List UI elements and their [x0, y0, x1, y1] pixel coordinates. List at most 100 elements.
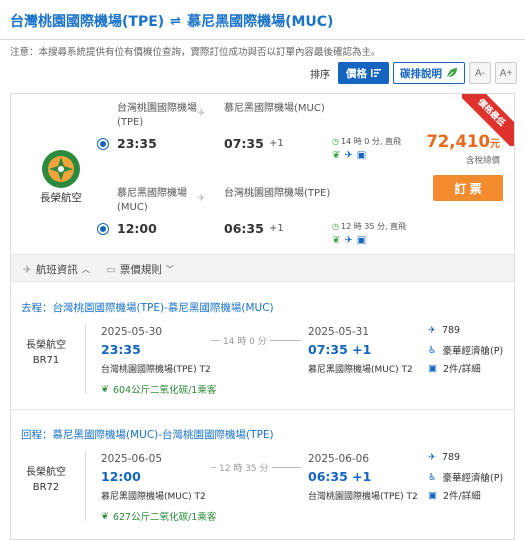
- segment-arr-airport: 台灣桃園國際機場(TPE) T2: [308, 492, 418, 502]
- segment-airline: 長榮航空 BR71: [11, 338, 81, 368]
- segment-arr-time: 06:35 +1: [308, 469, 372, 484]
- seat-icon: ♿: [428, 471, 437, 483]
- segment-airline-name: 長榮航空: [26, 467, 66, 478]
- segment-dep-airport: 台灣桃園國際機場(TPE) T2: [101, 365, 211, 375]
- leaf-icon: ❦: [332, 235, 341, 246]
- segment-arr-date: 2025-05-31: [308, 326, 370, 338]
- money-icon: ▭: [106, 263, 116, 276]
- baggage-icon: ▣: [428, 362, 437, 374]
- tab-fare-rules[interactable]: ▭ 票價規則 ﹀: [106, 262, 174, 277]
- outbound-to-airport: 慕尼黑國際機場(MUC): [224, 103, 325, 114]
- inbound-segment: 回程：慕尼黑國際機場(MUC)-台灣桃園國際機場(TPE) 長榮航空 BR72 …: [11, 421, 514, 536]
- outbound-day-offset: +1: [269, 138, 284, 149]
- segment-flight-no: BR72: [32, 482, 60, 493]
- aircraft-type: 789: [441, 325, 461, 336]
- price-currency: 元: [490, 139, 500, 150]
- outbound-amenities: ❦ ✈ ▣: [332, 150, 366, 161]
- carbon-info-label: 碳排說明: [400, 67, 442, 80]
- outbound-duration: ◷ 14 時 0 分, 直飛: [332, 136, 401, 147]
- leaf-icon: ❦: [101, 383, 109, 395]
- baggage-info[interactable]: ▣ 2件/詳細: [428, 488, 481, 503]
- outbound-radio[interactable]: [97, 138, 109, 150]
- segment-airline: 長榮航空 BR72: [11, 465, 81, 495]
- sort-toolbar: 排序 價格 碳排說明 A- A+: [310, 61, 517, 85]
- sort-price-button[interactable]: 價格: [338, 62, 389, 84]
- leaf-icon: ❦: [101, 510, 109, 522]
- cabin-class: 豪華經濟艙(P): [442, 473, 504, 484]
- segment-dep-time: 23:35: [101, 342, 141, 357]
- inbound-to-airport: 台灣桃園國際機場(TPE): [224, 188, 331, 199]
- swap-icon[interactable]: ⇌: [170, 14, 181, 29]
- outbound-segment: 去程：台灣桃園國際機場(TPE)-慕尼黑國際機場(MUC) 長榮航空 BR71 …: [11, 294, 514, 409]
- tab-fare-rules-label: 票價規則: [119, 264, 162, 276]
- inbound-day-offset: +1: [269, 223, 284, 234]
- chevron-up-icon: ︿: [81, 265, 90, 274]
- tax-note: 含稅總價: [465, 156, 500, 166]
- carbon-info: ❦ 604公斤二氧化碳/1乘客: [101, 382, 217, 397]
- inbound-amenities: ❦ ✈ ▣: [332, 235, 366, 246]
- eva-air-logo-icon: [42, 150, 80, 188]
- segment-duration: 14 時 0 分: [220, 334, 270, 347]
- segment-divider: [11, 409, 514, 410]
- segment-dep-airport: 慕尼黑國際機場(MUC) T2: [101, 492, 206, 502]
- tab-flight-info-label: 航班資訊: [35, 264, 78, 276]
- segment-title: 去程：台灣桃園國際機場(TPE)-慕尼黑國際機場(MUC): [21, 302, 274, 314]
- baggage-info[interactable]: ▣ 2件/詳細: [428, 361, 481, 376]
- plane-icon: ✈: [23, 263, 32, 276]
- divider: [85, 451, 86, 521]
- plane-icon: ✈: [197, 193, 206, 204]
- segment-flight-no: BR71: [32, 355, 60, 366]
- outbound-duration-text: 14 時 0 分, 直飛: [340, 137, 401, 146]
- seat-icon: ♿: [428, 344, 437, 356]
- segment-arr-date: 2025-06-06: [308, 453, 370, 465]
- font-decrease-button[interactable]: A-: [469, 62, 491, 84]
- cabin-info: ♿ 豪華經濟艙(P): [428, 470, 504, 485]
- segment-title: 回程：慕尼黑國際機場(MUC)-台灣桃園國際機場(TPE): [21, 429, 274, 441]
- plane-icon: ✈: [344, 235, 353, 246]
- plane-icon: ✈: [428, 452, 436, 463]
- segment-dep-date: 2025-06-05: [101, 453, 163, 465]
- page-header: 台灣桃園國際機場(TPE) ⇌ 慕尼黑國際機場(MUC): [0, 0, 525, 40]
- segment-arr-time: 07:35 +1: [308, 342, 372, 357]
- inbound-duration: ◷ 12 時 35 分, 直飛: [332, 221, 406, 232]
- segment-dep-time: 12:00: [101, 469, 141, 484]
- book-button[interactable]: 訂 票: [433, 175, 503, 201]
- baggage-text: 2件/詳細: [442, 364, 481, 375]
- inbound-duration-text: 12 時 35 分, 直飛: [340, 222, 407, 231]
- detail-tabs: ✈ 航班資訊 ︿ ▭ 票價規則 ﹀: [11, 254, 514, 282]
- carbon-info-button[interactable]: 碳排說明: [393, 62, 465, 84]
- aircraft-info: ✈ 789: [428, 452, 460, 463]
- tab-flight-info[interactable]: ✈ 航班資訊 ︿: [23, 262, 90, 277]
- segment-airline-name: 長榮航空: [26, 340, 66, 351]
- inbound-dep-time: 12:00: [117, 221, 157, 236]
- inbound-radio[interactable]: [97, 223, 109, 235]
- sort-price-label: 價格: [346, 67, 367, 80]
- font-increase-button[interactable]: A+: [495, 62, 517, 84]
- leaf-icon: [446, 68, 457, 79]
- destination-title: 慕尼黑國際機場(MUC): [187, 14, 334, 30]
- notice-text: 注意：本搜尋系統提供有位有價機位查詢，實際訂位成功與否以訂單內容最後確認為主。: [10, 47, 381, 58]
- baggage-icon: ▣: [356, 150, 367, 161]
- plane-icon: ✈: [344, 150, 353, 161]
- divider: [85, 324, 86, 394]
- carbon-text: 604公斤二氧化碳/1乘客: [112, 385, 217, 396]
- route-title: 台灣桃園國際機場(TPE) ⇌ 慕尼黑國際機場(MUC): [10, 11, 333, 31]
- leaf-icon: ❦: [332, 150, 341, 161]
- aircraft-info: ✈ 789: [428, 325, 460, 336]
- outbound-dep-time: 23:35: [117, 136, 157, 151]
- crown-icon: ♛: [501, 95, 510, 106]
- plane-icon: ✈: [197, 108, 206, 119]
- chevron-down-icon: ﹀: [165, 265, 174, 274]
- segment-arr-airport: 慕尼黑國際機場(MUC) T2: [308, 365, 413, 375]
- cabin-info: ♿ 豪華經濟艙(P): [428, 343, 503, 358]
- origin-title: 台灣桃園國際機場(TPE): [10, 14, 165, 30]
- plane-icon: ✈: [428, 325, 436, 336]
- airline-name: 長榮航空: [40, 192, 82, 204]
- price-block: 72,410元 含稅總價: [426, 132, 500, 166]
- segment-duration: 12 時 35 分: [216, 461, 272, 474]
- clock-icon: ◷: [332, 222, 339, 231]
- flight-result-card: 長榮航空 台灣桃園國際機場(TPE) ✈ 慕尼黑國際機場(MUC) 23:35 …: [10, 93, 515, 540]
- aircraft-type: 789: [441, 452, 461, 463]
- clock-icon: ◷: [332, 137, 339, 146]
- carbon-info: ❦ 627公斤二氧化碳/1乘客: [101, 509, 216, 524]
